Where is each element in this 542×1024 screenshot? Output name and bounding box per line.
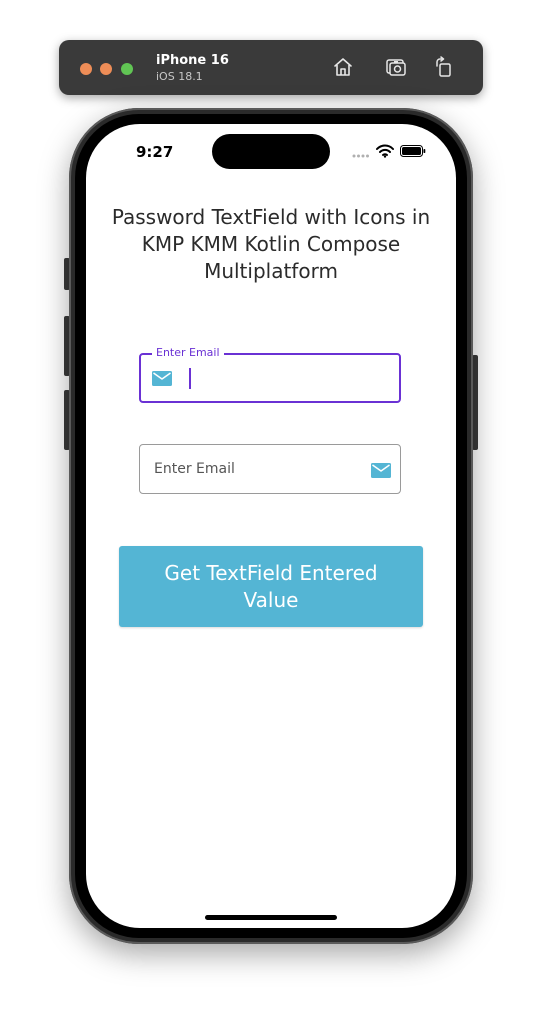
zoom-window-button[interactable] [121,63,133,75]
mail-icon [152,371,172,386]
home-icon[interactable] [332,56,354,78]
page-title: Password TextField with Icons in KMP KMM… [111,205,431,283]
phone-screen: 9:27 Password TextField with Icons in KM… [86,124,456,928]
simulator-toolbar: iPhone 16 iOS 18.1 [59,40,483,95]
os-version: iOS 18.1 [156,70,203,83]
email-field[interactable]: Enter Email [139,444,401,494]
email-field-focused[interactable]: Enter Email [139,346,401,403]
email-field-label: Enter Email [152,346,224,360]
status-time: 9:27 [136,143,174,161]
cellular-signal-icon [352,154,369,158]
home-indicator[interactable] [205,915,337,920]
get-value-button-label: Get TextField Entered Value [164,560,378,612]
get-value-button[interactable]: Get TextField Entered Value [119,546,423,627]
battery-icon [400,145,426,157]
close-window-button[interactable] [80,63,92,75]
text-caret [189,368,191,389]
dynamic-island [212,134,330,169]
wifi-icon [376,144,394,158]
device-name: iPhone 16 [156,53,229,68]
minimize-window-button[interactable] [100,63,112,75]
mail-icon [371,463,391,478]
rotate-icon[interactable] [433,56,455,78]
email-field-placeholder: Enter Email [154,461,235,477]
screenshot-icon[interactable] [385,56,407,78]
